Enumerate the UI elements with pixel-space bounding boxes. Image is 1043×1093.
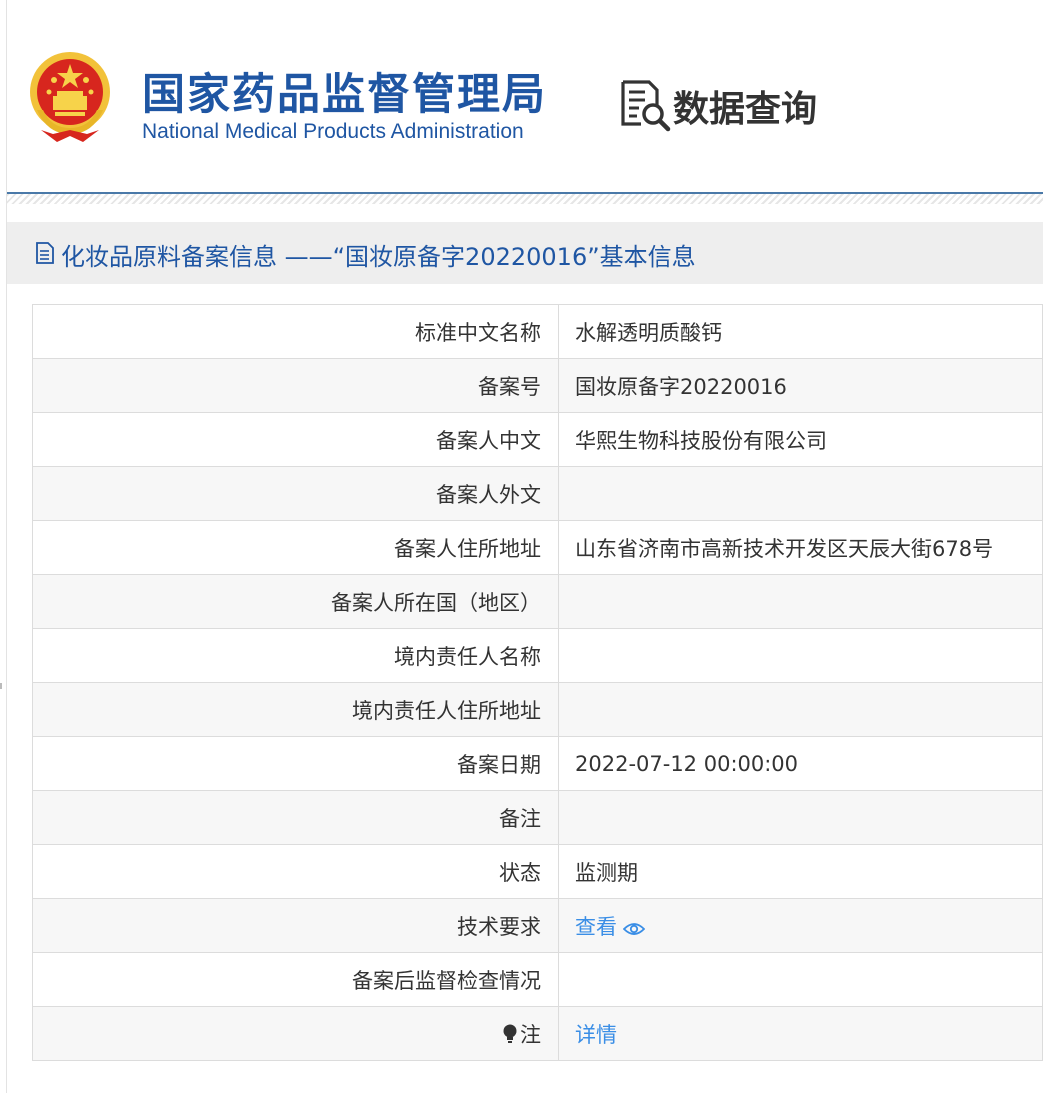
edge-mark bbox=[0, 683, 2, 689]
row-value bbox=[558, 682, 1043, 737]
row-value bbox=[558, 790, 1043, 845]
row-label: 备案号 bbox=[32, 358, 559, 413]
view-link[interactable]: 查看 bbox=[575, 915, 645, 939]
row-label: 标准中文名称 bbox=[32, 304, 559, 359]
row-value bbox=[558, 574, 1043, 629]
table-row: 状态 监测期 bbox=[32, 844, 1043, 899]
table-row: 备案号 国妆原备字20220016 bbox=[32, 358, 1043, 413]
document-icon bbox=[36, 242, 54, 264]
table-row: 备注 bbox=[32, 790, 1043, 845]
table-row: 境内责任人住所地址 bbox=[32, 682, 1043, 737]
org-name-en: National Medical Products Administration bbox=[142, 120, 524, 143]
document-search-icon bbox=[621, 80, 671, 132]
row-label: 备案人中文 bbox=[32, 412, 559, 467]
row-label: 备案人所在国（地区） bbox=[32, 574, 559, 629]
lightbulb-icon bbox=[503, 1024, 517, 1043]
row-value bbox=[558, 952, 1043, 1007]
org-name-cn: 国家药品监督管理局 bbox=[142, 70, 547, 120]
row-value: 华熙生物科技股份有限公司 bbox=[558, 412, 1043, 467]
section-title: 化妆品原料备案信息 ——“国妆原备字20220016”基本信息 bbox=[61, 243, 696, 271]
row-label: 境内责任人住所地址 bbox=[32, 682, 559, 737]
row-label: 备注 bbox=[32, 790, 559, 845]
eye-icon[interactable] bbox=[623, 921, 645, 937]
striped-band bbox=[7, 194, 1043, 204]
table-row: 境内责任人名称 bbox=[32, 628, 1043, 683]
row-value: 2022-07-12 00:00:00 bbox=[558, 736, 1043, 791]
section-header: 化妆品原料备案信息 ——“国妆原备字20220016”基本信息 bbox=[7, 222, 1043, 284]
row-label: 技术要求 bbox=[32, 898, 559, 953]
row-value: 水解透明质酸钙 bbox=[558, 304, 1043, 359]
info-table: 标准中文名称 水解透明质酸钙 备案号 国妆原备字20220016 备案人中文 华… bbox=[32, 304, 1043, 1061]
table-row: 技术要求 查看 bbox=[32, 898, 1043, 953]
row-value: 山东省济南市高新技术开发区天辰大街678号 bbox=[558, 520, 1043, 575]
row-label: 备案人外文 bbox=[32, 466, 559, 521]
row-label: 境内责任人名称 bbox=[32, 628, 559, 683]
table-row: 备案人外文 bbox=[32, 466, 1043, 521]
row-value: 查看 bbox=[558, 898, 1043, 953]
table-row: 备案人中文 华熙生物科技股份有限公司 bbox=[32, 412, 1043, 467]
table-row: 备案后监督检查情况 bbox=[32, 952, 1043, 1007]
row-label: 备案后监督检查情况 bbox=[32, 952, 559, 1007]
table-row: 备案日期 2022-07-12 00:00:00 bbox=[32, 736, 1043, 791]
system-title: 数据查询 bbox=[673, 89, 818, 130]
row-value bbox=[558, 628, 1043, 683]
row-value: 详情 bbox=[558, 1006, 1043, 1061]
table-row: 备案人所在国（地区） bbox=[32, 574, 1043, 629]
view-link-label[interactable]: 查看 bbox=[575, 915, 617, 939]
table-row: 注 详情 bbox=[32, 1006, 1043, 1061]
row-value: 监测期 bbox=[558, 844, 1043, 899]
national-emblem-icon bbox=[30, 52, 110, 142]
table-row: 标准中文名称 水解透明质酸钙 bbox=[32, 304, 1043, 359]
row-label: 备案人住所地址 bbox=[32, 520, 559, 575]
site-header: 国家药品监督管理局 National Medical Products Admi… bbox=[7, 0, 1043, 193]
row-label-note: 注 bbox=[32, 1006, 559, 1061]
table-row: 备案人住所地址 山东省济南市高新技术开发区天辰大街678号 bbox=[32, 520, 1043, 575]
details-link[interactable]: 详情 bbox=[575, 1023, 617, 1047]
row-value bbox=[558, 466, 1043, 521]
note-label: 注 bbox=[520, 1022, 541, 1047]
row-label: 备案日期 bbox=[32, 736, 559, 791]
row-value: 国妆原备字20220016 bbox=[558, 358, 1043, 413]
row-label: 状态 bbox=[32, 844, 559, 899]
